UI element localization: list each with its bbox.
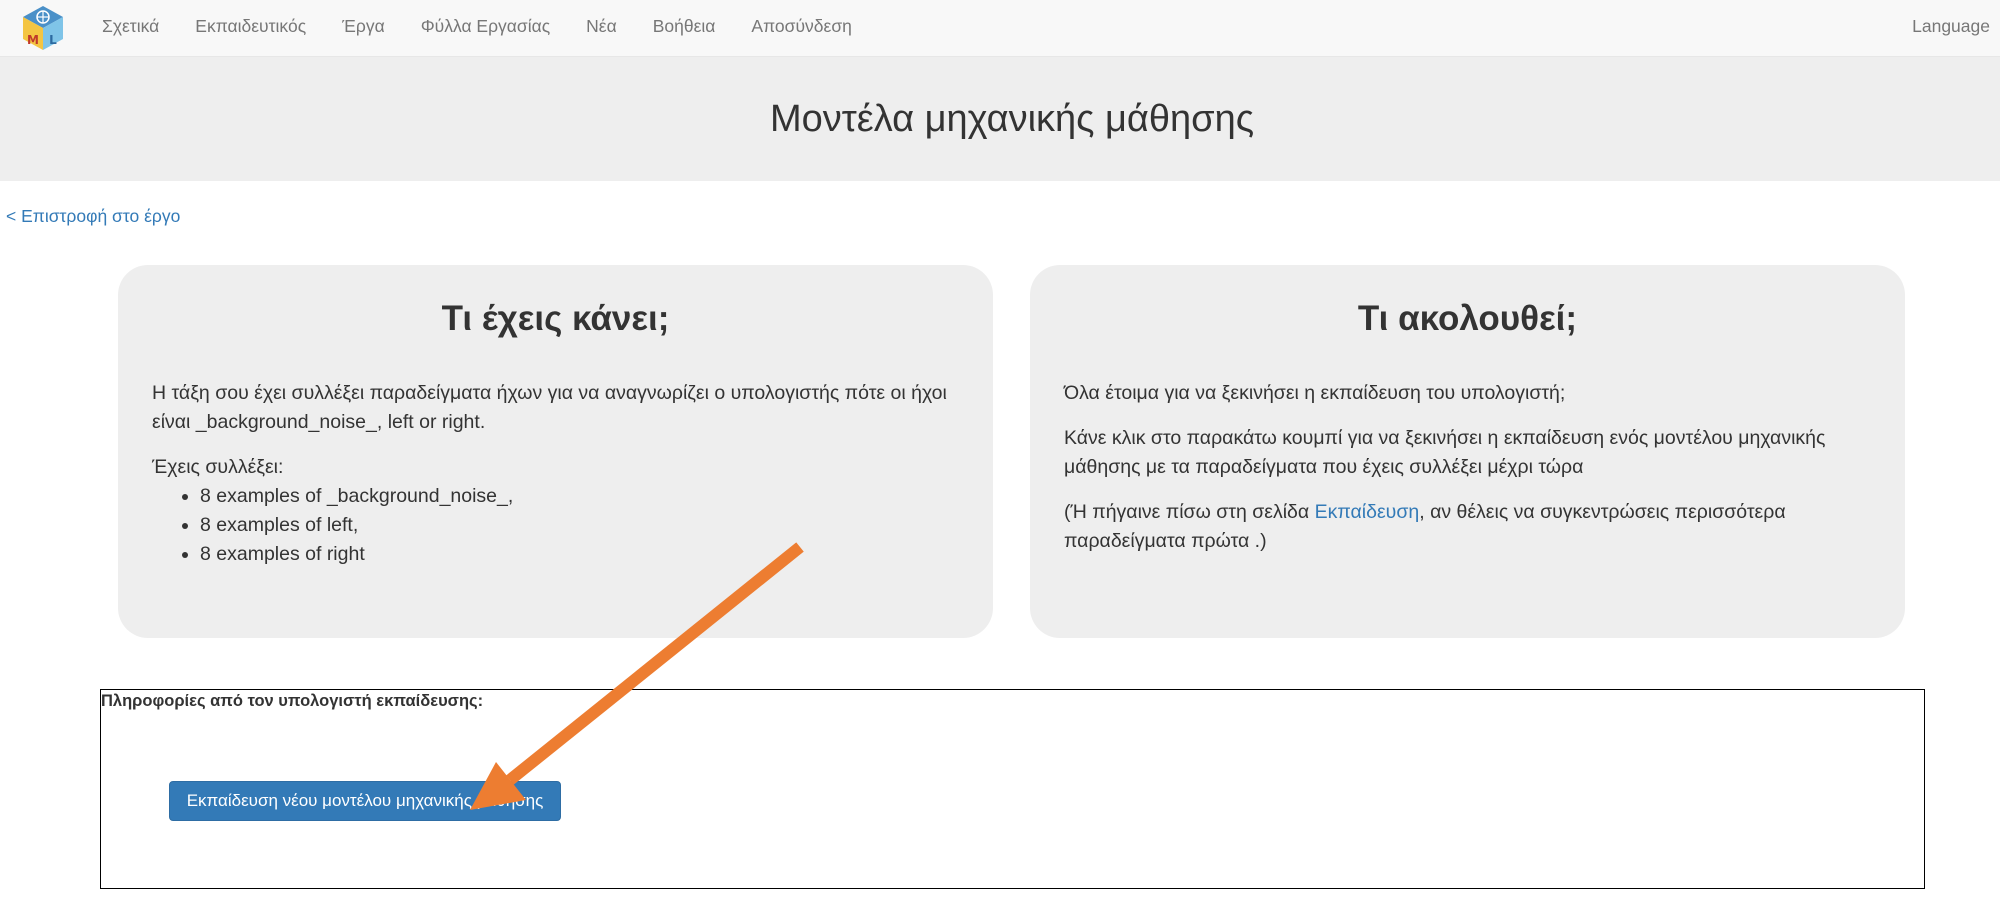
collected-label: Έχεις συλλέξει: — [152, 456, 284, 478]
language-menu[interactable]: Language — [1912, 0, 1990, 52]
click-instruction-text: Κάνε κλικ στο παρακάτω κουμπί για να ξεκ… — [1064, 427, 1826, 478]
nav-item-worksheets[interactable]: Φύλλα Εργασίας — [403, 16, 568, 37]
svg-text:M: M — [27, 33, 39, 47]
examples-list: 8 examples of _background_noise_, 8 exam… — [152, 482, 959, 569]
training-status-box: Πληροφορίες από τον υπολογιστή εκπαίδευσ… — [100, 689, 1925, 889]
svg-text:L: L — [49, 33, 57, 47]
page-header: Μοντέλα μηχανικής μάθησης — [0, 57, 2000, 181]
nav-item-teacher[interactable]: Εκπαιδευτικός — [177, 16, 324, 37]
page-title: Μοντέλα μηχανικής μάθησης — [769, 98, 1255, 140]
top-navbar: M L Σχετικά Εκπαιδευτικός Έργα Φύλλα Εργ… — [0, 0, 2000, 57]
list-item: 8 examples of _background_noise_, — [200, 482, 959, 511]
ready-text: Όλα έτοιμα για να ξεκινήσει η εκπαίδευση… — [1064, 382, 1566, 404]
nav-item-help[interactable]: Βοήθεια — [635, 16, 734, 37]
training-page-link[interactable]: Εκπαίδευση — [1315, 501, 1420, 523]
back-to-project-link[interactable]: < Επιστροφή στο έργο — [6, 206, 180, 227]
panel-title-next: Τι ακολουθεί; — [1357, 299, 1578, 338]
panel-title-done: Τι έχεις κάνει; — [441, 299, 670, 338]
nav-item-about[interactable]: Σχετικά — [84, 16, 177, 37]
panel-body-next: Όλα έτοιμα για να ξεκινήσει η εκπαίδευση… — [1064, 379, 1871, 572]
go-back-text: (Ή πήγαινε πίσω στη σελίδα Εκπαίδευση, α… — [1064, 498, 1871, 556]
nav-item-news[interactable]: Νέα — [568, 16, 635, 37]
ml-cube-logo-icon[interactable]: M L — [19, 4, 67, 52]
list-item: 8 examples of right — [200, 540, 959, 569]
what-you-have-done-panel: Τι έχεις κάνει; Η τάξη σου έχει συλλέξει… — [118, 265, 993, 638]
nav-item-projects[interactable]: Έργα — [324, 16, 403, 37]
collected-intro-text: Η τάξη σου έχει συλλέξει παραδείγματα ήχ… — [152, 382, 947, 433]
go-back-text-before: (Ή πήγαινε πίσω στη σελίδα — [1064, 501, 1315, 523]
what-next-panel: Τι ακολουθεί; Όλα έτοιμα για να ξεκινήσε… — [1030, 265, 1905, 638]
panel-body-done: Η τάξη σου έχει συλλέξει παραδείγματα ήχ… — [152, 379, 959, 569]
list-item: 8 examples of left, — [200, 511, 959, 540]
train-new-model-button[interactable]: Εκπαίδευση νέου μοντέλου μηχανικής μάθησ… — [169, 781, 561, 821]
nav-item-logout[interactable]: Αποσύνδεση — [733, 16, 869, 37]
training-computer-info-label: Πληροφορίες από τον υπολογιστή εκπαίδευσ… — [101, 692, 484, 710]
nav-menu: Σχετικά Εκπαιδευτικός Έργα Φύλλα Εργασία… — [84, 0, 870, 52]
